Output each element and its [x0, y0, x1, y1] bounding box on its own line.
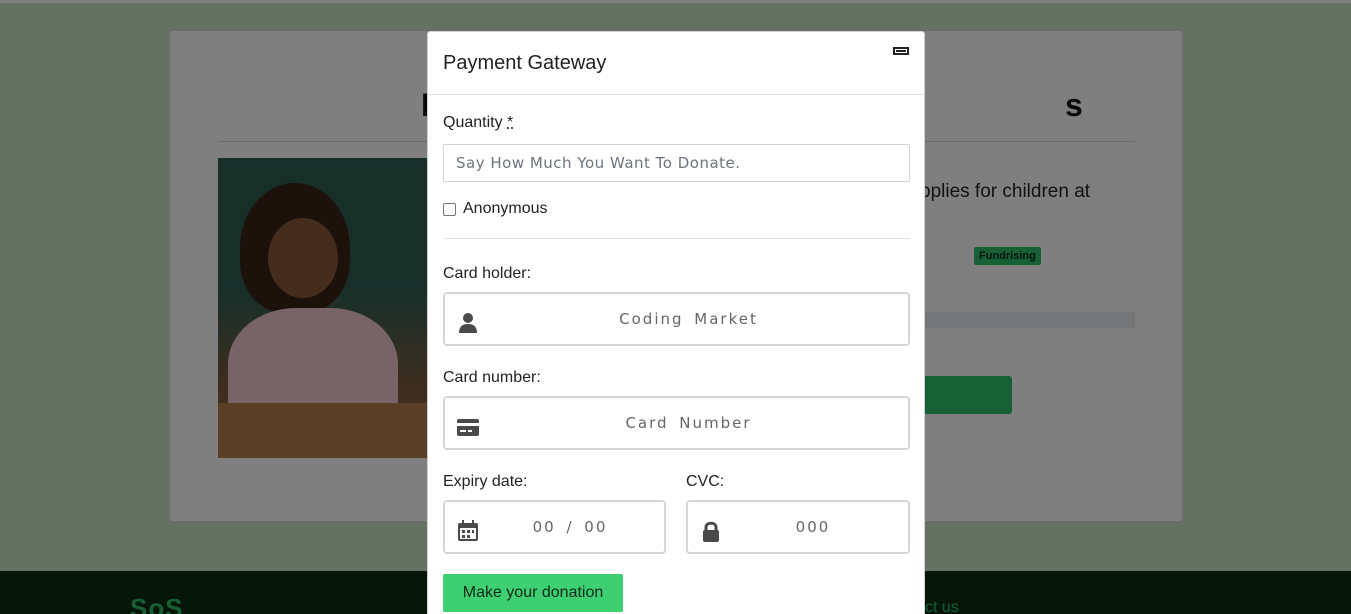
anonymous-checkbox[interactable] [443, 202, 456, 216]
cvc-value: 000 [795, 518, 831, 536]
modal-header: Payment Gateway [428, 32, 924, 95]
credit-card-icon [457, 419, 479, 436]
card-number-label: Card number: [443, 369, 541, 386]
cvc-field[interactable]: 000 [686, 500, 910, 554]
card-number-field[interactable]: Card Number [443, 396, 910, 450]
form-divider [443, 238, 910, 239]
lock-icon [703, 521, 719, 542]
card-holder-field[interactable]: Coding Market [443, 292, 910, 346]
expiry-date-field[interactable]: 00 / 00 [443, 500, 666, 554]
card-holder-value: Coding Market [619, 310, 758, 328]
quantity-label: Quantity * [443, 114, 513, 132]
close-icon[interactable] [893, 47, 909, 55]
required-mark: * [507, 114, 514, 131]
expiry-date-label: Expiry date: [443, 473, 528, 490]
cvc-label: CVC: [686, 473, 725, 490]
user-icon [459, 313, 477, 333]
card-number-value: Card Number [625, 414, 752, 432]
calendar-icon [458, 520, 478, 541]
quantity-label-text: Quantity [443, 114, 503, 131]
modal-title: Payment Gateway [443, 52, 607, 74]
quantity-input[interactable] [443, 144, 910, 182]
expiry-date-value: 00 / 00 [532, 518, 608, 536]
anonymous-option[interactable]: Anonymous [443, 200, 548, 218]
anonymous-label: Anonymous [463, 200, 548, 217]
card-holder-label: Card holder: [443, 265, 532, 282]
make-donation-button[interactable]: Make your donation [443, 574, 623, 612]
payment-modal: Payment Gateway Quantity * Anonymous Car… [427, 31, 925, 614]
